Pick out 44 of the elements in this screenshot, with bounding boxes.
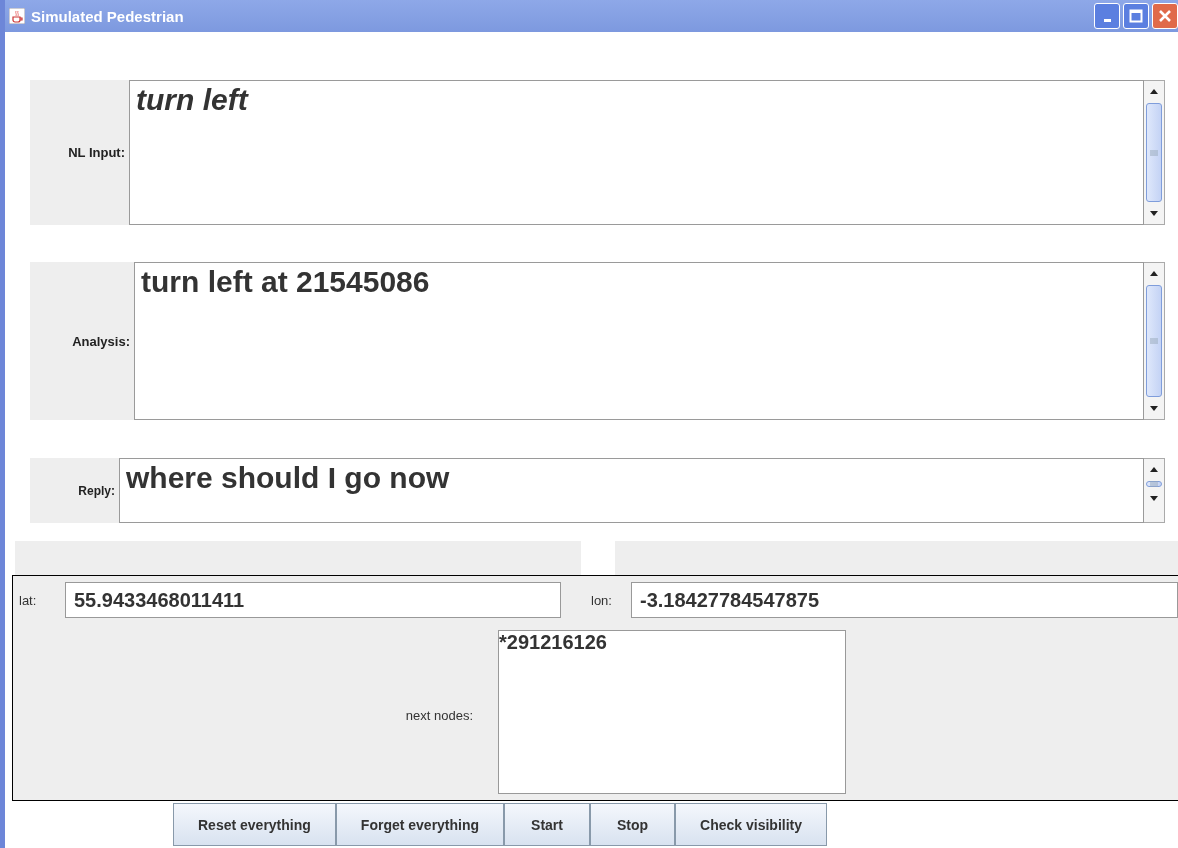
grip-icon: [1150, 481, 1158, 487]
action-button[interactable]: Forget everything: [335, 803, 505, 846]
scroll-down-icon: [1149, 495, 1159, 503]
next-nodes-label: next nodes:: [404, 707, 473, 725]
scroll-thumb[interactable]: [1146, 285, 1162, 397]
action-button[interactable]: Check visibility: [675, 803, 828, 846]
text-area[interactable]: where should I go now: [119, 458, 1144, 523]
list-item[interactable]: *291216126: [499, 631, 607, 654]
maximize-icon: [1129, 9, 1143, 23]
text-area-text: turn left: [136, 83, 248, 116]
window-title: Simulated Pedestrian: [31, 7, 184, 25]
field-label: Analysis:: [72, 333, 130, 349]
minimize-button[interactable]: [1094, 3, 1120, 29]
text-area-text: where should I go now: [126, 461, 450, 494]
coffee-cup-icon: [9, 8, 25, 24]
lat-label: lat:: [18, 592, 38, 608]
scrollbar[interactable]: [1144, 80, 1165, 225]
grip-icon: [1150, 338, 1158, 344]
text-area-text: turn left at 21545086: [141, 265, 430, 298]
grip-icon: [1150, 149, 1158, 156]
scroll-down-icon: [1149, 210, 1159, 218]
scroll-thumb[interactable]: [1146, 481, 1162, 487]
field-label: NL Input:: [68, 145, 125, 160]
scroll-down-icon: [1149, 405, 1159, 413]
text-area[interactable]: turn left: [129, 80, 1144, 225]
action-button[interactable]: Reset everything: [173, 803, 336, 846]
scroll-up-icon: [1149, 269, 1159, 277]
lon-field[interactable]: -3.18427784547875: [631, 582, 1178, 618]
close-icon: [1158, 9, 1172, 23]
close-button[interactable]: [1152, 3, 1178, 29]
action-button[interactable]: Stop: [590, 803, 676, 846]
minimize-icon: [1103, 18, 1111, 22]
maximize-button[interactable]: [1123, 3, 1149, 29]
field-label: Reply:: [78, 483, 115, 498]
scrollbar[interactable]: [1144, 262, 1165, 420]
lat-field[interactable]: 55.9433468011411: [65, 582, 561, 618]
scrollbar[interactable]: [1144, 458, 1165, 523]
scroll-up-icon: [1149, 465, 1159, 473]
action-button[interactable]: Start: [504, 803, 590, 846]
scroll-up-icon: [1149, 87, 1159, 95]
text-area[interactable]: turn left at 21545086: [134, 262, 1144, 420]
node-list[interactable]: *291216126: [498, 630, 846, 794]
scroll-thumb[interactable]: [1146, 103, 1162, 202]
lon-label: lon:: [590, 592, 613, 608]
